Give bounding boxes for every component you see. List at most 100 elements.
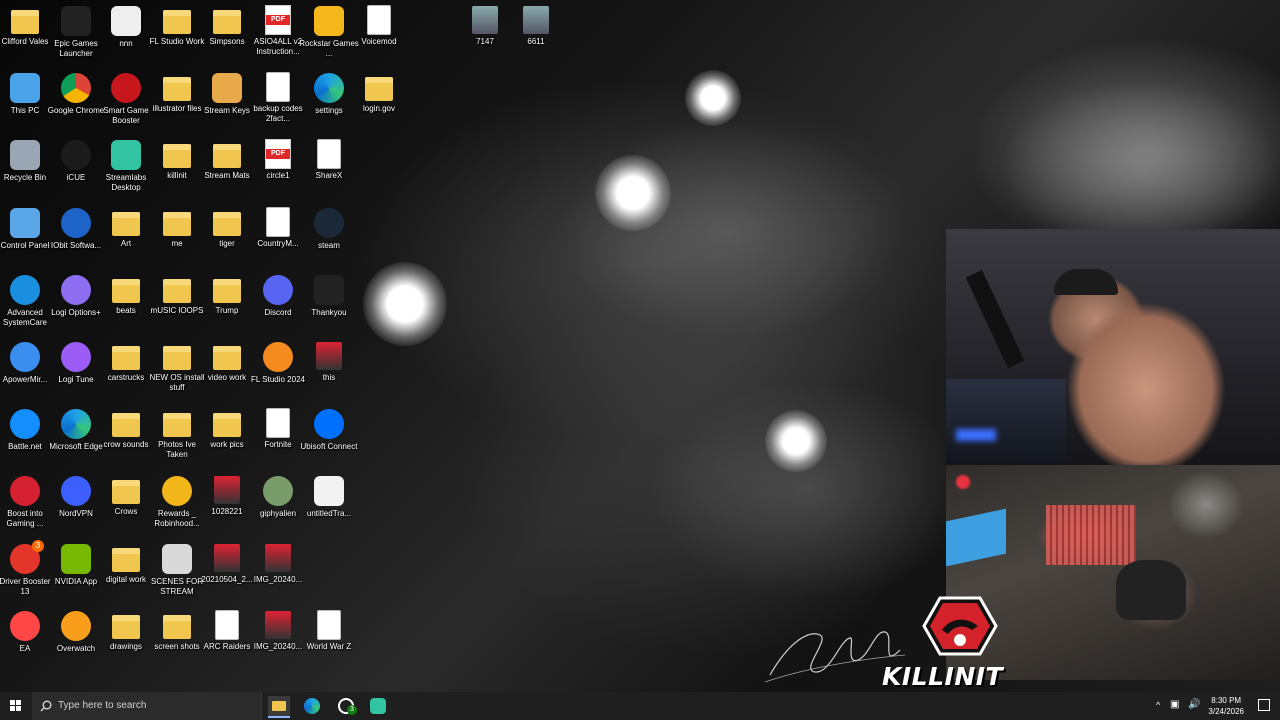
file-explorer-taskbar-button[interactable] bbox=[268, 696, 290, 718]
scenes-icon bbox=[162, 544, 192, 574]
notification-center-icon[interactable] bbox=[1258, 699, 1270, 711]
crow-eye-glow bbox=[363, 262, 447, 346]
edge-icon bbox=[314, 73, 344, 103]
rockstar-icon bbox=[314, 6, 344, 36]
edge-taskbar-button[interactable] bbox=[302, 696, 322, 716]
search-icon bbox=[40, 700, 52, 712]
battlenet-icon bbox=[10, 409, 40, 439]
clock-time: 8:30 PM bbox=[1211, 696, 1242, 705]
folder-icon bbox=[163, 77, 191, 101]
desktop-icon-label: 6611 bbox=[527, 37, 545, 46]
folder-icon bbox=[213, 346, 241, 370]
taskbar: Type here to search 3 ^ ▣ 🔊 8:30 PM 3/24… bbox=[0, 692, 1280, 720]
mic-arm bbox=[965, 269, 1025, 369]
clock-date: 3/24/2026 bbox=[1208, 707, 1244, 716]
folder-icon bbox=[163, 10, 191, 34]
pdf-badge-icon: PDF bbox=[266, 15, 290, 25]
key-icon bbox=[212, 73, 242, 103]
pdf-badge-icon: PDF bbox=[266, 149, 290, 159]
chevron-up-icon[interactable]: ^ bbox=[1156, 700, 1160, 710]
desktop-icon[interactable]: this bbox=[299, 342, 359, 406]
image-icon bbox=[214, 476, 240, 504]
desktop-icon[interactable]: steam bbox=[299, 208, 359, 272]
desktop-icon[interactable]: login.gov bbox=[349, 73, 409, 137]
window-icon bbox=[111, 6, 141, 36]
folder-icon bbox=[213, 279, 241, 303]
network-icon[interactable]: ▣ bbox=[1170, 699, 1179, 710]
desktop-icon[interactable]: Thankyou bbox=[299, 275, 359, 339]
folder-icon bbox=[163, 413, 191, 437]
desktop-icon[interactable]: World War Z bbox=[299, 611, 359, 675]
rgb-light bbox=[956, 429, 996, 441]
desktop-icon-label: Voicemod bbox=[361, 37, 397, 46]
desktop-icon-label: steam bbox=[318, 241, 340, 250]
desktop-icon[interactable]: untitledTra... bbox=[299, 476, 359, 540]
desktop-icon[interactable]: IMG_20240... bbox=[248, 544, 308, 608]
star-icon bbox=[162, 476, 192, 506]
xbox-taskbar-button[interactable]: 3 bbox=[336, 696, 357, 716]
fl-studio-icon bbox=[263, 342, 293, 372]
desktop-icon-label: this bbox=[322, 373, 336, 382]
monitor-screen bbox=[946, 508, 1006, 567]
desk-area bbox=[946, 379, 1066, 465]
windows-logo-icon bbox=[10, 700, 15, 705]
edge-icon bbox=[61, 409, 91, 439]
cap-shape bbox=[1054, 269, 1118, 295]
logi-tune-icon bbox=[61, 342, 91, 372]
folder-icon bbox=[163, 346, 191, 370]
edge-icon bbox=[304, 698, 320, 714]
killinit-logo: KILLINIT bbox=[880, 596, 1040, 692]
wallpaper-crow-silhouette bbox=[560, 120, 900, 340]
desktop-icon[interactable]: ShareX bbox=[299, 140, 359, 204]
alien-icon bbox=[263, 476, 293, 506]
image-icon bbox=[265, 611, 291, 639]
webcam-overlay-streamer bbox=[946, 229, 1280, 465]
streamlabs-icon bbox=[370, 698, 386, 714]
document-icon bbox=[318, 140, 340, 168]
folder-icon bbox=[213, 144, 241, 168]
folder-icon bbox=[213, 10, 241, 34]
desktop-icon[interactable]: 6611 bbox=[506, 6, 566, 70]
desktop-icon-label: World War Z bbox=[306, 642, 352, 651]
folder-icon bbox=[163, 144, 191, 168]
folder-icon bbox=[11, 10, 39, 34]
windows-logo-icon bbox=[10, 706, 15, 711]
taskbar-search-box[interactable]: Type here to search bbox=[32, 692, 262, 720]
recycle-bin-icon bbox=[10, 140, 40, 170]
windows-logo-icon bbox=[16, 706, 21, 711]
windows-logo-icon bbox=[16, 700, 21, 705]
start-button[interactable] bbox=[0, 692, 32, 720]
crow-eye-glow bbox=[765, 410, 827, 472]
game-booster-icon bbox=[111, 73, 141, 103]
wallpaper-cloud bbox=[1000, 80, 1280, 250]
desktop-icon[interactable]: Voicemod bbox=[349, 6, 409, 70]
desktop-icon-label: login.gov bbox=[362, 104, 396, 113]
folder-icon bbox=[163, 212, 191, 236]
search-placeholder: Type here to search bbox=[58, 700, 147, 711]
taskbar-clock[interactable]: 8:30 PM 3/24/2026 bbox=[1208, 695, 1244, 717]
red-light bbox=[956, 475, 970, 489]
folder-icon bbox=[112, 548, 140, 572]
pdf-icon: PDF bbox=[266, 140, 290, 168]
folder-icon bbox=[365, 77, 393, 101]
folder-icon bbox=[163, 615, 191, 639]
folder-icon bbox=[163, 279, 191, 303]
iobit-icon bbox=[61, 208, 91, 238]
volume-icon[interactable]: 🔊 bbox=[1188, 699, 1200, 710]
nordvpn-icon bbox=[61, 476, 91, 506]
document-icon bbox=[267, 409, 289, 437]
xbox-badge: 3 bbox=[347, 705, 357, 715]
video-icon bbox=[314, 476, 344, 506]
photo-icon bbox=[472, 6, 498, 34]
logi-icon bbox=[61, 275, 91, 305]
document-icon bbox=[216, 611, 238, 639]
streamlabs-taskbar-button[interactable] bbox=[368, 696, 388, 716]
ubisoft-icon bbox=[314, 409, 344, 439]
document-icon bbox=[318, 611, 340, 639]
driver-booster-icon: 3 bbox=[10, 540, 44, 574]
image-icon bbox=[265, 544, 291, 572]
folder-icon bbox=[112, 413, 140, 437]
notification-badge: 3 bbox=[32, 540, 44, 552]
desktop-icon[interactable]: Ubisoft Connect bbox=[299, 409, 359, 473]
image-icon bbox=[214, 544, 240, 572]
